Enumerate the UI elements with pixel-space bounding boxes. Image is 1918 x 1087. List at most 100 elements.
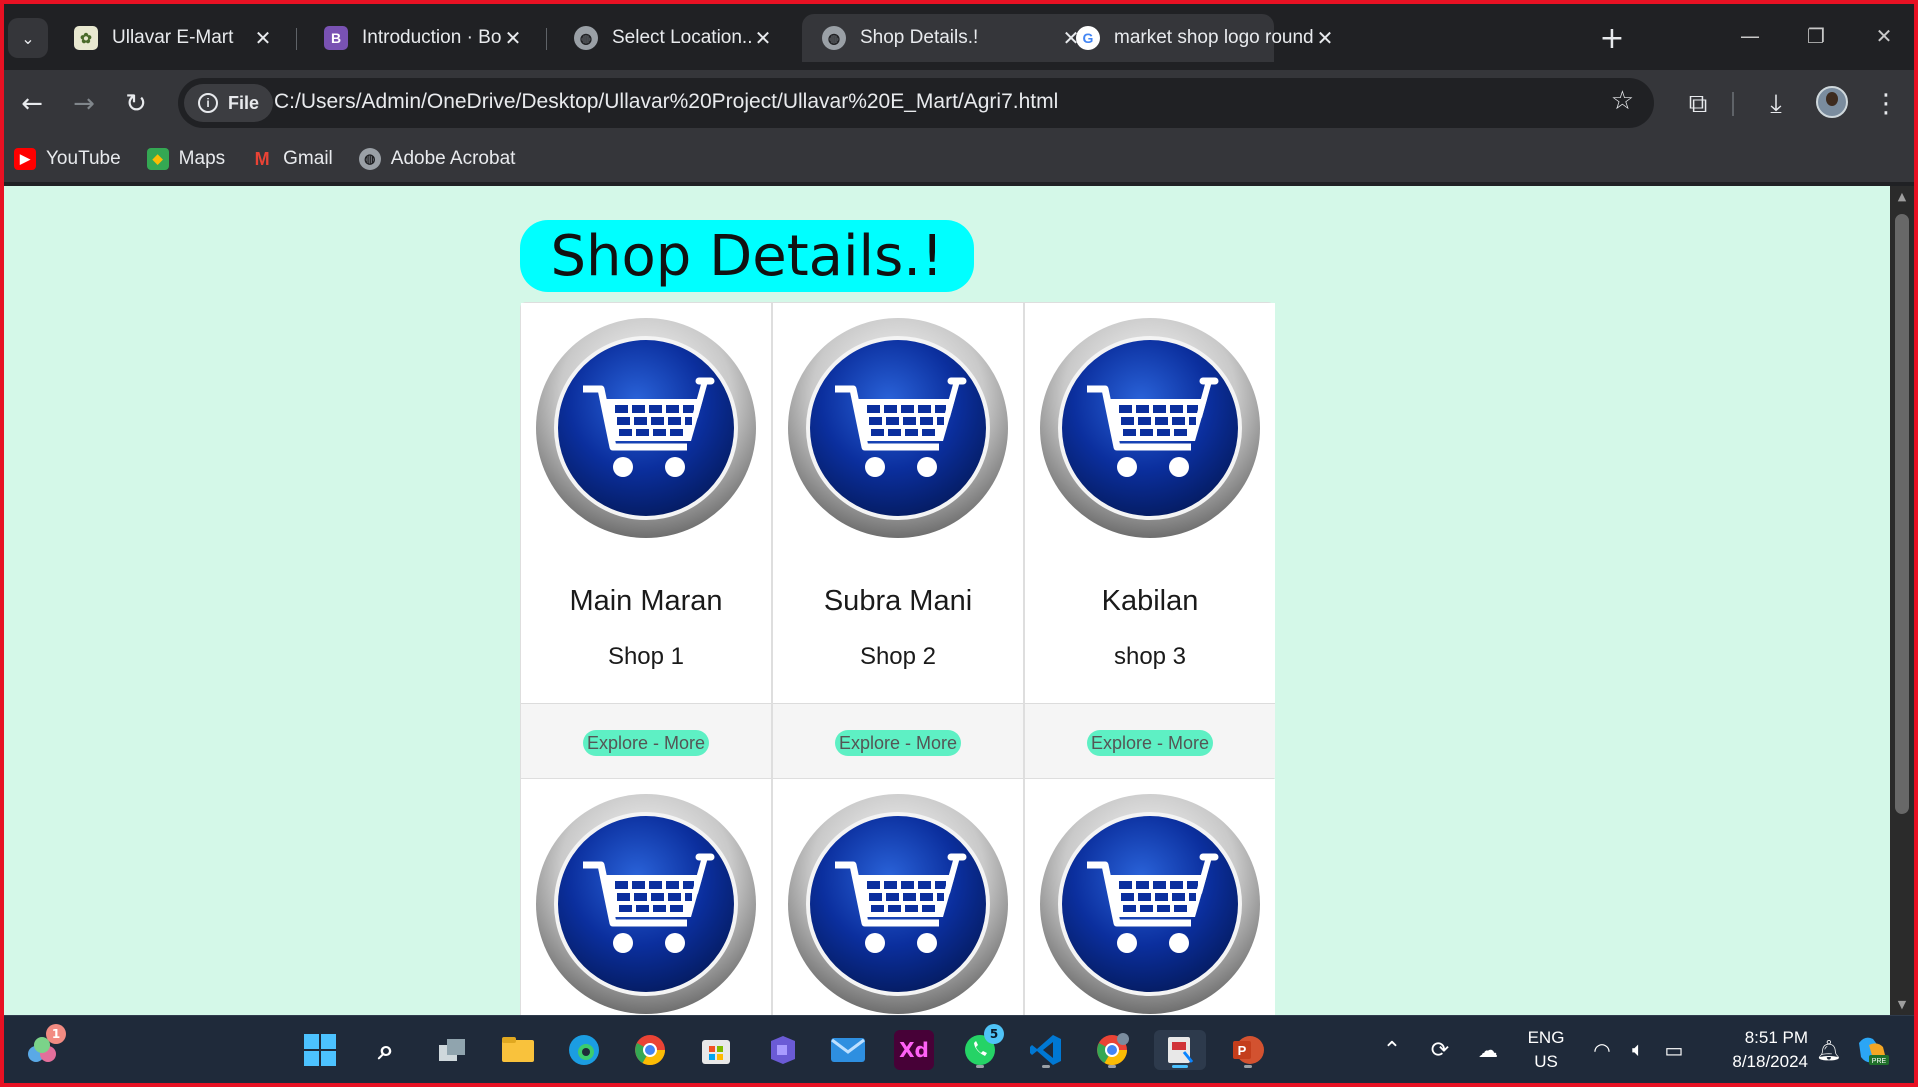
bookmarks-bar: ▶ YouTube ◆ Maps M Gmail ◍ Adobe Acrobat [4,136,1914,182]
tab-google-search[interactable]: G market shop logo round ✕ [1056,14,1562,62]
tab-title: Select Location... [612,27,752,48]
microsoft-store-icon[interactable] [696,1030,736,1070]
puzzle-icon: ⧉ [1688,88,1708,119]
copilot-widget-icon[interactable]: 1 [22,1024,66,1070]
globe-icon: ◍ [358,148,381,170]
chrome-profile-icon[interactable] [1092,1030,1132,1070]
explore-more-button[interactable]: Explore - More [583,730,709,756]
running-indicator [976,1065,984,1068]
shop-name: Shop 1 [607,643,685,670]
toolbar-divider [1732,92,1734,116]
bookmark-star-icon[interactable]: ☆ [1611,86,1634,116]
battery-icon[interactable]: ▭ [1658,1016,1690,1083]
language-indicator[interactable]: ENG US [1516,1016,1576,1083]
tab-search-button[interactable]: ⌄ [8,18,48,58]
task-view-icon[interactable] [432,1030,472,1070]
mail-icon[interactable] [828,1030,868,1070]
explore-more-button[interactable]: Explore - More [835,730,961,756]
notification-bell-icon[interactable]: 🔔︎ [1814,1016,1844,1083]
forward-button[interactable]: → [64,84,104,124]
tab-select-location[interactable]: ◍ Select Location... ✕ [554,14,790,62]
close-window-button[interactable]: ✕ [1854,18,1914,54]
bookmark-gmail[interactable]: M Gmail [251,148,333,170]
globe-icon: ◍ [822,26,846,50]
scroll-down-icon[interactable]: ▼ [1895,998,1909,1011]
reload-button[interactable]: ↻ [116,84,156,124]
scrollbar-thumb[interactable] [1895,214,1909,814]
tab-divider [546,28,547,50]
edge-icon[interactable] [564,1030,604,1070]
card-footer: Explore - More [773,703,1023,778]
youtube-icon: ▶ [14,148,36,170]
shop-owner-name: Subra Mani [823,585,973,617]
wifi-icon[interactable]: ◠ [1586,1016,1618,1083]
tab-title: Shop Details.! [860,27,979,48]
browser-window: ⌄ ✿ Ullavar E-Mart ✕ B Introduction · Bo… [4,4,1914,1083]
show-hidden-icons-chevron-icon[interactable]: ⌃ [1374,1016,1410,1083]
search-icon[interactable]: ⌕ [366,1030,406,1070]
bookmark-adobe-acrobat[interactable]: ◍ Adobe Acrobat [358,148,516,170]
file-explorer-icon[interactable] [498,1030,538,1070]
close-icon[interactable]: ✕ [752,26,774,51]
bookmark-youtube[interactable]: ▶ YouTube [14,148,121,170]
cart-logo-icon [535,793,757,1015]
tab-strip: ⌄ ✿ Ullavar E-Mart ✕ B Introduction · Bo… [4,4,1914,70]
shop-grid: Main Maran Shop 1 Explore - More Subra M… [520,302,1275,1015]
url-text[interactable]: C:/Users/Admin/OneDrive/Desktop/Ullavar%… [274,90,1058,114]
running-indicator [1244,1065,1252,1068]
kebab-menu-icon: ⋮ [1873,89,1899,119]
clock-date: 8/18/2024 [1732,1052,1808,1071]
onedrive-icon[interactable]: ☁ [1470,1016,1506,1083]
volume-icon[interactable]: 🔈︎ [1622,1016,1654,1083]
explore-more-button[interactable]: Explore - More [1087,730,1213,756]
powerpoint-icon[interactable]: P [1228,1030,1268,1070]
adobe-xd-icon[interactable]: Xd [894,1030,934,1070]
browser-toolbar: ← → ↻ i File C:/Users/Admin/OneDrive/Des… [4,70,1914,136]
bookmark-label: Adobe Acrobat [390,148,516,169]
bootstrap-icon: B [324,26,348,50]
minimize-button[interactable]: — [1720,18,1780,54]
google-icon: G [1076,26,1100,50]
restore-button[interactable]: ❐ [1786,18,1846,54]
extensions-button[interactable]: ⧉ [1678,84,1718,124]
tab-divider [296,28,297,50]
downloads-button[interactable]: ⤓ [1756,84,1796,124]
shop-card [1025,779,1275,1015]
back-button[interactable]: ← [12,84,52,124]
scroll-up-icon[interactable]: ▲ [1895,190,1909,203]
close-icon[interactable]: ✕ [1314,26,1336,51]
copilot-app-icon[interactable] [762,1030,802,1070]
shop-card [773,779,1023,1015]
page-title: Shop Details.! [520,220,974,292]
clock[interactable]: 8:51 PM 8/18/2024 [1698,1016,1808,1083]
close-icon[interactable]: ✕ [252,26,274,51]
start-button[interactable] [300,1030,340,1070]
notification-badge: 5 [984,1024,1004,1044]
tab-title: Introduction · Bootstrap [362,27,502,48]
profile-avatar[interactable] [1816,86,1848,118]
chrome-icon[interactable] [630,1030,670,1070]
whatsapp-icon[interactable]: 5 [960,1024,1004,1070]
copilot-pre-icon[interactable]: PRE [1852,1016,1892,1083]
snipping-tool-icon[interactable] [1154,1030,1206,1070]
tab-ullavar-emart[interactable]: ✿ Ullavar E-Mart ✕ [54,14,290,62]
running-indicator [1172,1065,1188,1068]
new-tab-button[interactable]: + [1594,20,1630,56]
sync-icon[interactable]: ⟳ [1422,1016,1458,1083]
gmail-icon: M [254,148,270,169]
arrow-right-icon: → [73,89,95,119]
close-icon[interactable]: ✕ [502,26,524,51]
shop-owner-name: Main Maran [569,585,723,617]
vscode-icon[interactable] [1026,1030,1066,1070]
page-scrollbar[interactable]: ▲ ▼ [1890,186,1914,1015]
menu-button[interactable]: ⋮ [1866,84,1906,124]
globe-icon: ◍ [574,26,598,50]
reload-icon: ↻ [125,89,147,119]
bookmark-maps[interactable]: ◆ Maps [146,148,225,170]
plus-icon: + [1599,20,1625,56]
tab-bootstrap[interactable]: B Introduction · Bootstrap ✕ [304,14,540,62]
svg-text:P: P [1238,1043,1247,1058]
site-info-chip[interactable]: i File [184,84,274,122]
address-bar[interactable]: i File C:/Users/Admin/OneDrive/Desktop/U… [178,78,1654,128]
cart-logo-icon [787,793,1009,1015]
